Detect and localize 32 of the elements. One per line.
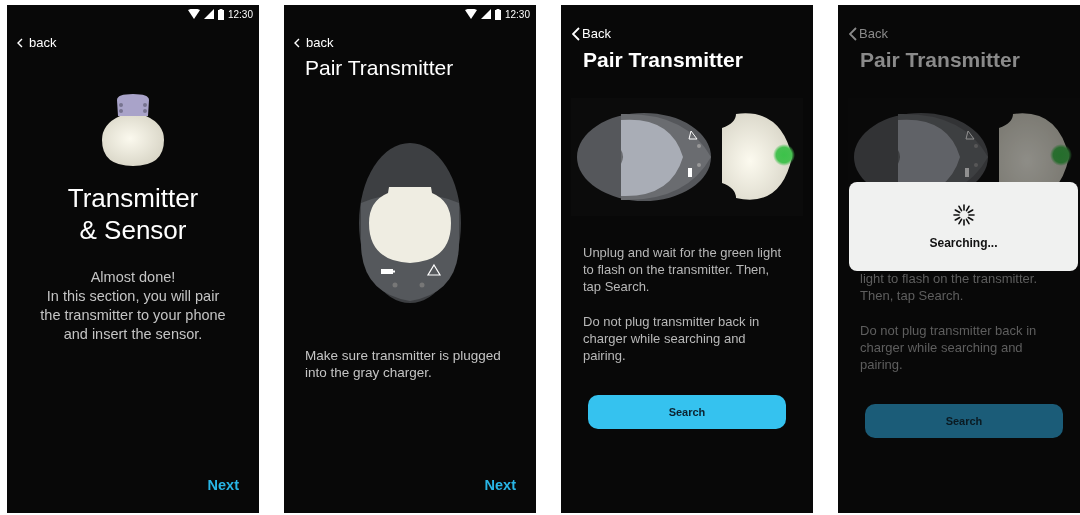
chevron-icon xyxy=(294,37,300,48)
chevron-icon xyxy=(572,26,580,41)
signal-icon xyxy=(203,9,214,19)
instruction-text: Do not plug transmitter back in charger while searching and pairing. xyxy=(860,322,1038,373)
instruction-text: Unplug and wait for the green light to flash on the transmitter. Then, tap Search. xyxy=(583,244,782,295)
progress-label: Searching... xyxy=(929,235,998,250)
back-button[interactable]: Back xyxy=(571,25,612,42)
battery-icon xyxy=(494,8,501,20)
status-time: 12:30 xyxy=(504,8,530,20)
wifi-icon xyxy=(187,9,200,19)
wifi-icon xyxy=(464,9,477,19)
screen-title: Transmitter & Sensor xyxy=(66,182,200,246)
screen-title: Pair Transmitter xyxy=(583,48,744,72)
back-button[interactable]: back xyxy=(292,33,336,52)
signal-icon xyxy=(480,9,491,19)
instruction-text: Do not plug transmitter back in charger while searching and pairing. xyxy=(583,313,761,364)
search-button[interactable]: Search xyxy=(588,395,786,429)
instruction-text: Make sure transmitter is plugged into the gray charger. xyxy=(305,347,502,381)
next-button[interactable]: Next xyxy=(205,475,241,495)
screen-title: Pair Transmitter xyxy=(860,48,1021,72)
battery-icon xyxy=(217,8,224,20)
back-button[interactable]: back xyxy=(15,33,59,52)
status-time: 12:30 xyxy=(227,8,253,20)
back-button[interactable]: Back xyxy=(848,25,889,42)
chevron-icon xyxy=(17,37,23,48)
chevron-icon xyxy=(849,26,857,41)
screen-title: Pair Transmitter xyxy=(305,56,455,80)
next-button[interactable]: Next xyxy=(482,475,518,495)
instruction-text: Almost done! In this section, you will pair the transmitter to your phone and insert the sensor. xyxy=(39,268,227,344)
spinner-icon xyxy=(952,203,975,226)
instruction-text: light to flash on the transmitter. Then, tap Search. xyxy=(860,270,1039,304)
transmitter-sensor-drawing xyxy=(100,94,166,166)
